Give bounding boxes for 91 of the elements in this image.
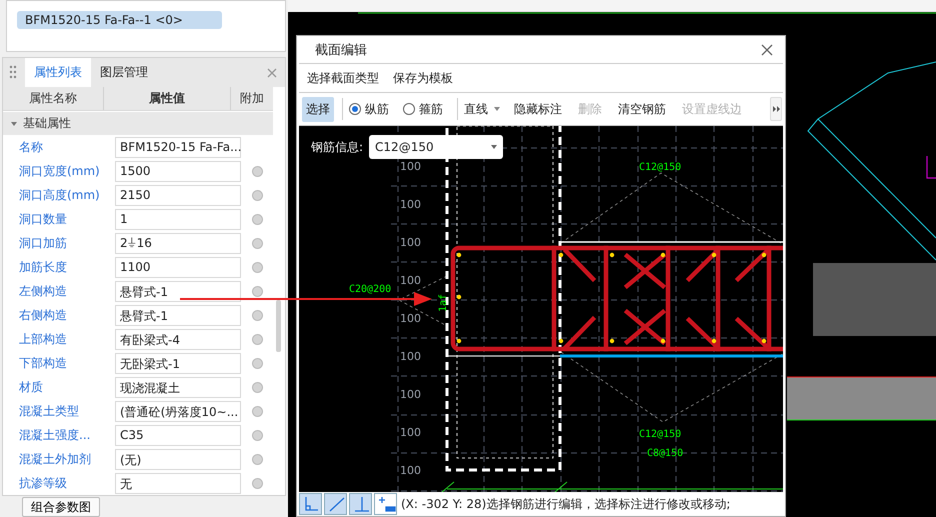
- value-field[interactable]: 1100: [115, 256, 241, 278]
- property-name: 洞口高度(mm): [18, 186, 101, 204]
- attach-radio[interactable]: [252, 310, 262, 320]
- property-name: 右侧构造: [18, 306, 68, 324]
- property-name: 上部构造: [18, 330, 68, 348]
- radio-option[interactable]: 纵筋: [349, 100, 389, 118]
- property-name: 加筋长度: [18, 258, 68, 276]
- status-text: (X: -302 Y: 28)选择钢筋进行编辑，选择标注进行修改或移动;: [401, 496, 730, 512]
- value-field[interactable]: 无卧梁式-1: [115, 352, 241, 374]
- close-icon[interactable]: [761, 44, 773, 56]
- caret-icon[interactable]: [11, 122, 17, 126]
- rebar-annotation: C20@200: [349, 284, 392, 295]
- attach-radio[interactable]: [252, 334, 262, 344]
- column-header: 属性名称: [3, 87, 104, 110]
- rebar-dropdown[interactable]: C12@150: [369, 135, 504, 159]
- close-icon[interactable]: [267, 68, 277, 78]
- column-header: 附加: [239, 90, 265, 107]
- property-name: 下部构造: [18, 354, 68, 372]
- value-field[interactable]: 2150: [115, 184, 241, 206]
- property-name: 混凝土类型: [18, 402, 80, 420]
- group-label: 基础属性: [23, 115, 71, 132]
- caret-icon[interactable]: [491, 145, 498, 149]
- line-dropdown[interactable]: 直线: [464, 100, 500, 118]
- value-field[interactable]: 悬臂式-1: [115, 280, 241, 302]
- dimension-label: 100: [400, 198, 421, 211]
- menu-item[interactable]: 选择截面类型: [307, 70, 379, 86]
- rebar-annotation: C8@150: [647, 448, 684, 459]
- rebar-annotation: C12@150: [639, 429, 682, 440]
- grip-icon[interactable]: [9, 65, 17, 79]
- toolbar-button[interactable]: 隐藏标注: [510, 96, 566, 122]
- property-name: 洞口数量: [18, 210, 68, 228]
- radio-option[interactable]: 箍筋: [403, 100, 443, 118]
- value-field[interactable]: (普通砼(坍落度10~...: [115, 400, 241, 422]
- value-field[interactable]: 现浇混凝土: [115, 376, 241, 398]
- attach-radio[interactable]: [252, 406, 262, 416]
- dimension-label: 100: [400, 160, 421, 173]
- panel-tab[interactable]: 图层管理: [91, 58, 157, 87]
- caret-icon[interactable]: [494, 107, 500, 111]
- dimension-label: 100: [400, 426, 421, 439]
- dimension-label: 100: [400, 350, 421, 363]
- attach-radio[interactable]: [252, 382, 262, 392]
- dimension-label: 100: [400, 312, 421, 325]
- value-field[interactable]: 无: [115, 472, 241, 494]
- property-name: 名称: [18, 138, 44, 156]
- attach-radio[interactable]: [252, 262, 262, 272]
- rebar-annotation: 1af: [438, 294, 449, 312]
- dimension-label: 100: [400, 388, 421, 401]
- attach-radio[interactable]: [252, 214, 262, 224]
- list-item[interactable]: BFM1520-15 Fa-Fa--1 <0>: [17, 11, 222, 29]
- value-field[interactable]: 有卧梁式-4: [115, 328, 241, 350]
- dimension-label: 100: [400, 236, 421, 249]
- attach-radio[interactable]: [252, 430, 262, 440]
- value-field[interactable]: BFM1520-15 Fa-Fa...: [115, 136, 241, 158]
- value-field[interactable]: 2⏚16: [115, 232, 241, 254]
- attach-radio[interactable]: [252, 286, 262, 296]
- corner-line: [926, 156, 936, 179]
- attach-radio[interactable]: [252, 166, 262, 176]
- attach-radio[interactable]: [252, 358, 262, 368]
- toolbar-button[interactable]: 清空钢筋: [614, 96, 670, 122]
- group-row[interactable]: 基础属性: [3, 112, 273, 135]
- value-field[interactable]: C35: [115, 424, 241, 446]
- radio-button[interactable]: [403, 103, 415, 115]
- value-field[interactable]: (无): [115, 448, 241, 470]
- attach-radio[interactable]: [252, 454, 262, 464]
- attach-radio[interactable]: [252, 238, 262, 248]
- dialog-title: 截面编辑: [315, 42, 368, 58]
- scrollbar[interactable]: [276, 300, 281, 352]
- property-name: 混凝土强度...: [18, 426, 92, 444]
- more-button[interactable]: [770, 97, 782, 121]
- dimension-label: 100: [400, 274, 421, 287]
- rebar-info-label: 钢筋信息:: [311, 138, 364, 156]
- panel-tab[interactable]: 属性列表: [25, 58, 91, 87]
- double-chevron-icon[interactable]: [772, 106, 780, 112]
- property-name: 左侧构造: [18, 282, 68, 300]
- value-field[interactable]: 1500: [115, 160, 241, 182]
- toolbar-button[interactable]: 选择: [302, 96, 334, 122]
- property-name: 洞口加筋: [18, 234, 68, 252]
- menu-item[interactable]: 保存为模板: [393, 70, 453, 86]
- property-name: 洞口宽度(mm): [18, 162, 101, 180]
- attach-radio[interactable]: [252, 478, 262, 488]
- radio-button[interactable]: [349, 103, 361, 115]
- value-field[interactable]: 1: [115, 208, 241, 230]
- property-name: 材质: [18, 378, 44, 396]
- property-name: 抗渗等级: [18, 474, 68, 492]
- property-name: 混凝土外加剂: [18, 450, 92, 468]
- value-field[interactable]: 悬臂式-1: [115, 304, 241, 326]
- column-header: 属性值: [104, 87, 231, 110]
- rebar-annotation: C12@150: [639, 162, 682, 173]
- attach-radio[interactable]: [252, 190, 262, 200]
- combine-button[interactable]: 组合参数图: [22, 497, 100, 517]
- dimension-label: 100: [400, 464, 421, 477]
